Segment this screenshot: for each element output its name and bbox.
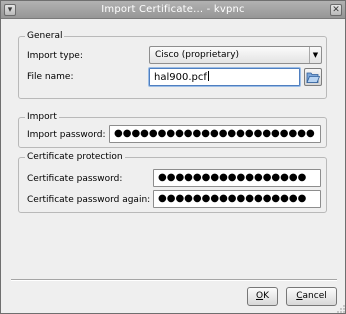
window-menu-icon: ▾: [7, 5, 13, 15]
import-password-input[interactable]: ●●●●●●●●●●●●●●●●●●●●●●●: [109, 125, 321, 143]
certificate-password-value: ●●●●●●●●●●●●●●●●●: [158, 172, 307, 183]
import-password-label: Import password:: [27, 130, 106, 140]
ok-button[interactable]: OK: [247, 287, 278, 306]
file-name-value: hal900.pcf: [154, 72, 207, 83]
window-menu-button[interactable]: ▾: [4, 4, 16, 16]
cancel-label-rest: ancel: [302, 291, 327, 301]
ok-label-rest: K: [263, 291, 269, 301]
text-cursor: [207, 71, 209, 81]
general-group: General: [18, 31, 327, 99]
file-name-input[interactable]: hal900.pcf: [149, 68, 300, 86]
import-certificate-dialog: ▾ Import Certificate... - kvpnc ✕ Genera…: [0, 0, 346, 314]
import-type-value: Cisco (proprietary): [155, 50, 240, 60]
resize-grip-icon[interactable]: [337, 305, 345, 313]
certificate-password-again-label: Certificate password again:: [27, 195, 151, 205]
close-icon: ✕: [332, 5, 340, 15]
import-type-select[interactable]: Cisco (proprietary) ▼: [149, 46, 322, 64]
import-password-value: ●●●●●●●●●●●●●●●●●●●●●●●: [114, 128, 315, 139]
close-button[interactable]: ✕: [330, 4, 342, 16]
chevron-down-icon[interactable]: ▼: [309, 47, 321, 63]
import-type-label: Import type:: [27, 51, 83, 61]
certificate-password-label: Certificate password:: [27, 174, 123, 184]
cancel-button[interactable]: Cancel: [286, 287, 337, 306]
import-legend: Import: [27, 112, 57, 122]
browse-file-button[interactable]: [304, 68, 322, 86]
file-name-label: File name:: [27, 72, 74, 82]
certificate-password-again-input[interactable]: ●●●●●●●●●●●●●●●●●: [153, 190, 321, 208]
button-separator: [11, 279, 337, 281]
certificate-password-again-value: ●●●●●●●●●●●●●●●●●: [158, 193, 307, 204]
certificate-protection-legend: Certificate protection: [27, 152, 123, 162]
folder-open-icon: [306, 72, 321, 83]
title-bar[interactable]: ▾ Import Certificate... - kvpnc ✕: [1, 1, 345, 19]
general-legend: General: [27, 31, 63, 41]
certificate-password-input[interactable]: ●●●●●●●●●●●●●●●●●: [153, 169, 321, 187]
window-title: Import Certificate... - kvpnc: [101, 4, 245, 15]
